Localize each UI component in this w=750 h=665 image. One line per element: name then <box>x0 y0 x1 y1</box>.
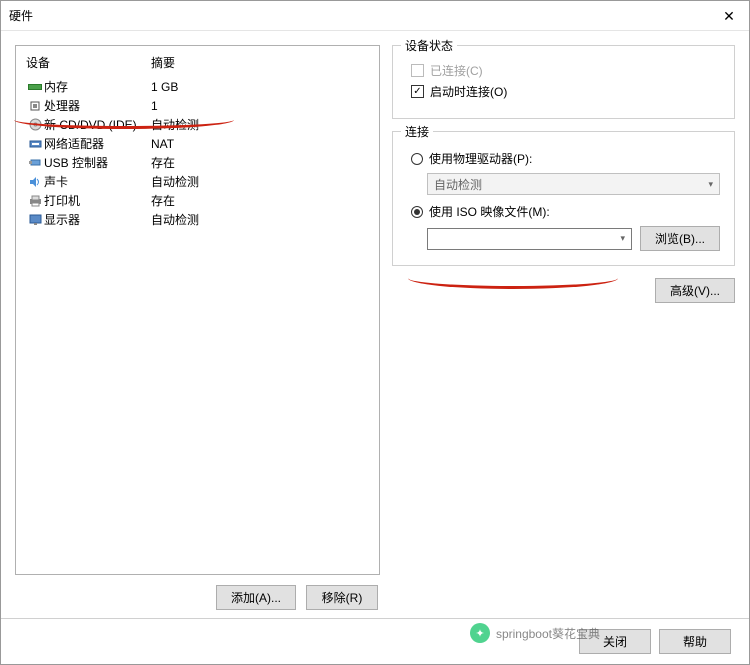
hw-summary: 自动检测 <box>151 173 369 190</box>
physical-label: 使用物理驱动器(P): <box>429 150 532 167</box>
hw-name: 打印机 <box>44 192 151 209</box>
usb-icon <box>26 157 44 168</box>
hw-row-cpu[interactable]: 处理器 1 <box>16 96 379 115</box>
hw-name: 新 CD/DVD (IDE) <box>44 116 151 133</box>
wechat-icon: ✦ <box>470 623 490 643</box>
group-title-conn: 连接 <box>401 123 433 140</box>
iso-label: 使用 ISO 映像文件(M): <box>429 203 550 220</box>
iso-radio-row[interactable]: 使用 ISO 映像文件(M): <box>411 203 720 220</box>
cd-icon <box>26 118 44 131</box>
connected-row: 已连接(C) <box>411 62 720 79</box>
remove-button[interactable]: 移除(R) <box>306 585 378 610</box>
hw-row-usb[interactable]: USB 控制器 存在 <box>16 153 379 172</box>
physical-drive-combo: 自动检测 ▾ <box>427 173 720 195</box>
dialog-body: 设备 摘要 内存 1 GB 处理器 1 新 CD/DVD (IDE) 自动检测 <box>1 31 749 618</box>
hw-header: 设备 摘要 <box>16 50 379 77</box>
connected-checkbox <box>411 64 424 77</box>
hw-name: 处理器 <box>44 97 151 114</box>
combo-value: 自动检测 <box>434 176 482 193</box>
help-button[interactable]: 帮助 <box>659 629 731 654</box>
dialog-footer: 关闭 帮助 <box>1 618 749 664</box>
hw-name: 声卡 <box>44 173 151 190</box>
titlebar: 硬件 ✕ <box>1 1 749 31</box>
connected-label: 已连接(C) <box>430 62 483 79</box>
display-icon <box>26 214 44 226</box>
hw-row-display[interactable]: 显示器 自动检测 <box>16 210 379 229</box>
hw-row-cd[interactable]: 新 CD/DVD (IDE) 自动检测 <box>16 115 379 134</box>
hw-name: 内存 <box>44 78 151 95</box>
net-icon <box>26 138 44 149</box>
hw-summary: NAT <box>151 137 369 151</box>
hw-row-net[interactable]: 网络适配器 NAT <box>16 134 379 153</box>
group-title-status: 设备状态 <box>401 37 457 54</box>
iso-radio[interactable] <box>411 206 423 218</box>
connect-on-label: 启动时连接(O) <box>430 83 507 100</box>
sound-icon <box>26 176 44 188</box>
advanced-button[interactable]: 高级(V)... <box>655 278 735 303</box>
iso-path-combo[interactable]: ▾ <box>427 228 632 250</box>
hw-name: 显示器 <box>44 211 151 228</box>
chevron-down-icon[interactable]: ▾ <box>620 233 625 244</box>
advanced-row: 高级(V)... <box>392 278 735 303</box>
hw-row-memory[interactable]: 内存 1 GB <box>16 77 379 96</box>
close-icon[interactable]: ✕ <box>719 9 739 23</box>
hw-name: 网络适配器 <box>44 135 151 152</box>
hw-row-printer[interactable]: 打印机 存在 <box>16 191 379 210</box>
hw-summary: 自动检测 <box>151 116 369 133</box>
dialog-title: 硬件 <box>9 7 33 24</box>
printer-icon <box>26 195 44 207</box>
left-buttons: 添加(A)... 移除(R) <box>15 575 380 610</box>
physical-radio-row[interactable]: 使用物理驱动器(P): <box>411 150 720 167</box>
watermark: ✦ springboot葵花宝典 <box>470 623 600 643</box>
hw-summary: 1 <box>151 99 369 113</box>
hw-summary: 存在 <box>151 154 369 171</box>
browse-button[interactable]: 浏览(B)... <box>640 226 720 251</box>
watermark-text: springboot葵花宝典 <box>496 625 600 642</box>
hw-name: USB 控制器 <box>44 154 151 171</box>
connect-on-checkbox[interactable] <box>411 85 424 98</box>
connect-on-row[interactable]: 启动时连接(O) <box>411 83 720 100</box>
chevron-down-icon: ▾ <box>708 179 713 190</box>
connection-group: 连接 使用物理驱动器(P): 自动检测 ▾ 使用 ISO 映像文件(M): <box>392 131 735 266</box>
right-panel: 设备状态 已连接(C) 启动时连接(O) 连接 使用物理驱动器(P): <box>392 45 735 610</box>
hardware-dialog: 硬件 ✕ 设备 摘要 内存 1 GB 处理器 1 <box>0 0 750 665</box>
left-panel: 设备 摘要 内存 1 GB 处理器 1 新 CD/DVD (IDE) 自动检测 <box>15 45 380 610</box>
hw-row-sound[interactable]: 声卡 自动检测 <box>16 172 379 191</box>
col-device: 设备 <box>26 54 151 71</box>
physical-radio[interactable] <box>411 153 423 165</box>
col-summary: 摘要 <box>151 54 175 71</box>
memory-icon <box>26 82 44 92</box>
hw-summary: 自动检测 <box>151 211 369 228</box>
add-button[interactable]: 添加(A)... <box>216 585 296 610</box>
hw-summary: 1 GB <box>151 80 369 94</box>
cpu-icon <box>26 100 44 112</box>
device-status-group: 设备状态 已连接(C) 启动时连接(O) <box>392 45 735 119</box>
hardware-list[interactable]: 设备 摘要 内存 1 GB 处理器 1 新 CD/DVD (IDE) 自动检测 <box>15 45 380 575</box>
hw-summary: 存在 <box>151 192 369 209</box>
